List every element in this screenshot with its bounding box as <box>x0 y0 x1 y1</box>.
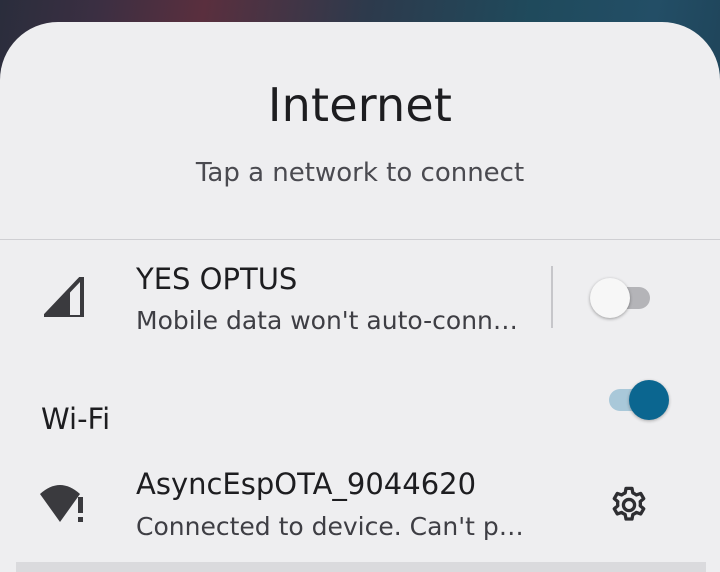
row-separator <box>551 266 553 328</box>
next-item-strip <box>16 562 706 572</box>
cellular-signal-icon <box>44 277 84 317</box>
gear-icon[interactable] <box>608 484 650 526</box>
panel-subtitle: Tap a network to connect <box>195 158 525 188</box>
divider <box>0 239 720 240</box>
mobile-network-name: YES OPTUS <box>136 262 298 296</box>
wifi-no-internet-icon <box>40 485 83 522</box>
panel-title: Internet <box>267 78 453 132</box>
wifi-network-status: Connected to device. Can't p… <box>136 512 524 541</box>
toggle-thumb <box>590 278 630 318</box>
wifi-label: Wi-Fi <box>41 402 111 436</box>
wifi-network-name: AsyncEspOTA_9044620 <box>136 467 477 501</box>
wifi-toggle[interactable] <box>599 380 669 420</box>
mobile-data-toggle[interactable] <box>590 278 660 318</box>
mobile-network-status: Mobile data won't auto-conn… <box>136 306 518 335</box>
toggle-thumb <box>629 380 669 420</box>
internet-panel: Internet Tap a network to connect YES OP… <box>0 22 720 572</box>
